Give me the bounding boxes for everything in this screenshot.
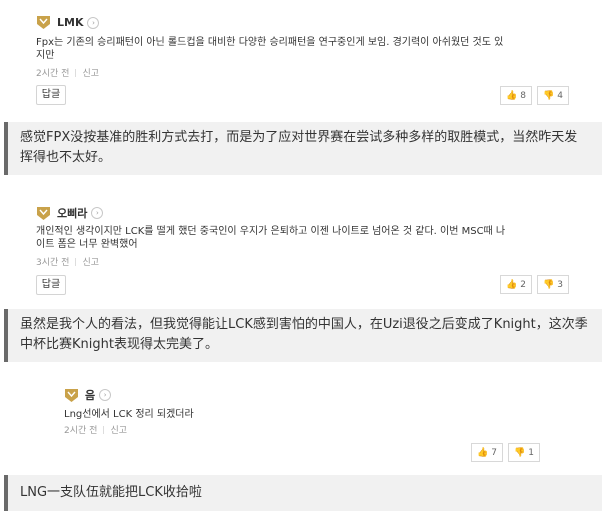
thumbs-down-icon: 👎	[543, 90, 555, 101]
comment-author-line: 음 ›	[64, 387, 112, 403]
vote-group: 👍 2 👎 3	[495, 275, 569, 294]
thumbs-up-icon: 👍	[506, 90, 518, 101]
profile-chevron-icon[interactable]: ›	[99, 389, 112, 401]
comment-text: Fpx는 기존의 승리패턴이 아닌 롤드컵을 대비한 다양한 승리패턴을 연구중…	[36, 37, 504, 61]
comment-1: LMK › Fpx는 기존의 승리패턴이 아닌 롤드컵을 대비한 다양한 승리패…	[0, 0, 608, 115]
report-link[interactable]: 신고	[82, 66, 99, 79]
downvote-button[interactable]: 👎 1	[508, 443, 540, 462]
rank-badge-icon	[36, 15, 51, 30]
reply-button[interactable]: 답글	[36, 275, 66, 295]
comment-meta: 2시간 전 신고	[64, 423, 127, 436]
report-link[interactable]: 신고	[82, 255, 99, 268]
rank-badge-icon	[36, 206, 51, 221]
comment-author-line: LMK ›	[36, 15, 100, 30]
thumbs-up-icon: 👍	[506, 279, 518, 290]
report-link[interactable]: 신고	[110, 423, 127, 436]
comment-text: Lng선에서 LCK 정리 되겠더라	[64, 409, 194, 420]
reply-button[interactable]: 답글	[36, 85, 66, 105]
thumbs-down-icon: 👎	[543, 279, 555, 290]
downvote-count: 3	[557, 279, 563, 290]
comment-text: 개인적인 생각이지만 LCK를 떨게 했던 중국인이 우지가 은퇴하고 이젠 나…	[36, 226, 506, 250]
comment-author[interactable]: 오삐라	[57, 205, 87, 221]
translation-block: LNG一支队伍就能把LCK收拾啦	[4, 475, 602, 511]
vote-group: 👍 8 👎 4	[495, 86, 569, 105]
downvote-button[interactable]: 👎 4	[537, 86, 569, 105]
translation-block: 感觉FPX没按基准的胜利方式去打，而是为了应对世界赛在尝试多种多样的取胜模式，当…	[4, 122, 602, 175]
thumbs-down-icon: 👎	[514, 447, 526, 458]
comment-meta: 3시간 전 신고	[36, 255, 99, 268]
comment-3: 음 › Lng선에서 LCK 정리 되겠더라 2시간 전 신고 👍 7 👎 1	[0, 375, 608, 467]
thumbs-up-icon: 👍	[477, 447, 489, 458]
upvote-count: 2	[520, 279, 526, 290]
comment-2: 오삐라 › 개인적인 생각이지만 LCK를 떨게 했던 중국인이 우지가 은퇴하…	[0, 190, 608, 303]
downvote-button[interactable]: 👎 3	[537, 275, 569, 294]
meta-divider	[75, 68, 77, 77]
comment-time: 2시간 전	[64, 426, 98, 436]
profile-chevron-icon[interactable]: ›	[87, 16, 100, 29]
comment-author-line: 오삐라 ›	[36, 205, 104, 221]
downvote-count: 4	[557, 90, 563, 101]
profile-chevron-icon[interactable]: ›	[91, 207, 104, 219]
upvote-button[interactable]: 👍 8	[500, 86, 532, 105]
rank-badge-icon	[64, 388, 79, 403]
downvote-count: 1	[528, 447, 534, 458]
upvote-button[interactable]: 👍 2	[500, 275, 532, 294]
upvote-count: 8	[520, 90, 526, 101]
comment-time: 2시간 전	[36, 69, 70, 79]
meta-divider	[103, 425, 105, 434]
comment-author[interactable]: 음	[85, 387, 95, 403]
comment-author[interactable]: LMK	[57, 16, 83, 29]
vote-group: 👍 7 👎 1	[466, 443, 540, 462]
comment-meta: 2시간 전 신고	[36, 66, 99, 79]
meta-divider	[75, 257, 77, 266]
upvote-button[interactable]: 👍 7	[471, 443, 503, 462]
upvote-count: 7	[491, 447, 497, 458]
translation-block: 虽然是我个人的看法，但我觉得能让LCK感到害怕的中国人，在Uzi退役之后变成了K…	[4, 309, 602, 362]
comment-time: 3시간 전	[36, 258, 70, 268]
